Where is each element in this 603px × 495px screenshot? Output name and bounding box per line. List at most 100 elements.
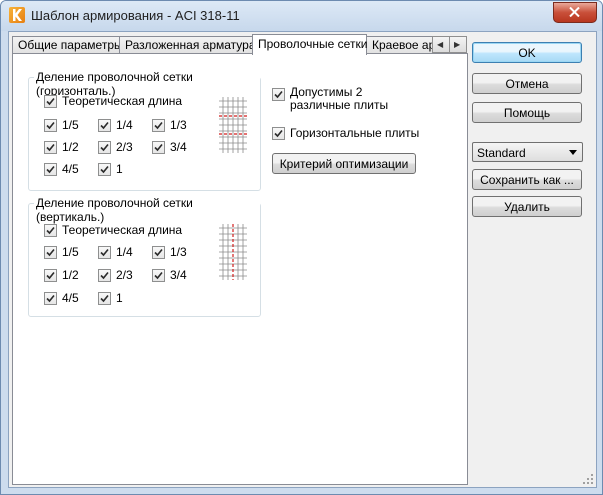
chevron-down-icon <box>569 150 577 155</box>
checkbox-fraction-1-2-h[interactable]: 1/2 <box>44 140 79 154</box>
checkbox-box[interactable] <box>98 245 111 259</box>
checkbox-fraction-2-3-v[interactable]: 2/3 <box>98 268 133 282</box>
checkbox-box[interactable] <box>272 126 285 140</box>
checkmark-icon <box>100 294 109 302</box>
checkbox-label: 4/5 <box>62 291 79 305</box>
checkbox-label: 2/3 <box>116 140 133 154</box>
checkbox-box[interactable] <box>44 162 57 176</box>
checkbox-fraction-1-v[interactable]: 1 <box>98 291 123 305</box>
checkmark-icon <box>154 121 163 129</box>
optimization-criteria-button[interactable]: Критерий оптимизации <box>272 153 416 174</box>
window-title: Шаблон армирования - ACI 318-11 <box>31 8 240 23</box>
checkbox-label: 1/3 <box>170 118 187 132</box>
checkbox-fraction-1-3-h[interactable]: 1/3 <box>152 118 187 132</box>
dialog-window: Шаблон армирования - ACI 318-11 Общие па… <box>0 0 603 495</box>
template-select-value: Standard <box>477 146 526 160</box>
delete-button[interactable]: Удалить <box>472 196 582 217</box>
checkbox-horizontal-plates[interactable]: Горизонтальные плиты <box>272 126 419 140</box>
checkmark-icon <box>100 121 109 129</box>
checkbox-fraction-4-5-h[interactable]: 4/5 <box>44 162 79 176</box>
checkbox-theoretical-length-v[interactable]: Теоретическая длина <box>44 223 182 237</box>
checkmark-icon <box>100 271 109 279</box>
checkbox-box[interactable] <box>98 118 111 132</box>
resize-grip-icon[interactable] <box>582 473 594 485</box>
checkmark-icon <box>154 248 163 256</box>
dialog-client: Общие параметры Разложенная арматура Про… <box>8 31 597 488</box>
tab-wire-mesh[interactable]: Проволочные сетки <box>252 34 367 55</box>
checkbox-label: 4/5 <box>62 162 79 176</box>
checkbox-fraction-1-3-v[interactable]: 1/3 <box>152 245 187 259</box>
checkbox-label: 1/3 <box>170 245 187 259</box>
checkbox-fraction-1-h[interactable]: 1 <box>98 162 123 176</box>
checkbox-box[interactable] <box>272 88 285 101</box>
tab-label: Проволочные сетки <box>258 37 368 51</box>
horizontal-mesh-preview-icon <box>219 97 247 153</box>
checkbox-label: Теоретическая длина <box>62 223 183 237</box>
title-bar[interactable]: Шаблон армирования - ACI 318-11 <box>1 1 602 31</box>
app-logo-icon <box>9 7 25 23</box>
checkmark-icon <box>46 248 55 256</box>
checkbox-label: 1/4 <box>116 245 133 259</box>
checkbox-fraction-1-5-v[interactable]: 1/5 <box>44 245 79 259</box>
checkbox-fraction-1-5-h[interactable]: 1/5 <box>44 118 79 132</box>
checkbox-theoretical-length-h[interactable]: Теоретическая длина <box>44 94 182 108</box>
checkmark-icon <box>274 129 283 137</box>
group-horizontal-division: Деление проволочной сетки (горизонталь.)… <box>28 70 261 191</box>
arrow-left-icon: ◀ <box>437 40 444 49</box>
checkbox-label: 1/2 <box>62 268 79 282</box>
wire-mesh-panel: Деление проволочной сетки (горизонталь.)… <box>12 53 468 485</box>
checkbox-fraction-1-2-v[interactable]: 1/2 <box>44 268 79 282</box>
tab-distributed-rebar[interactable]: Разложенная арматура <box>119 36 256 53</box>
checkbox-label: 1 <box>116 162 123 176</box>
tab-scroll-right-button[interactable]: ▶ <box>449 36 467 53</box>
checkbox-label: 3/4 <box>170 140 187 154</box>
checkbox-box[interactable] <box>44 245 57 259</box>
checkbox-box[interactable] <box>44 291 57 305</box>
checkmark-icon <box>46 121 55 129</box>
checkbox-box[interactable] <box>44 140 57 154</box>
checkbox-fraction-3-4-v[interactable]: 3/4 <box>152 268 187 282</box>
save-as-button[interactable]: Сохранить как ... <box>472 169 582 190</box>
close-icon <box>569 7 580 17</box>
checkbox-box[interactable] <box>44 94 57 108</box>
checkbox-different-plates[interactable]: Допустимы 2 различные плиты <box>272 86 420 112</box>
checkbox-label: 1 <box>116 291 123 305</box>
ok-button[interactable]: OK <box>472 42 582 63</box>
checkbox-label: Теоретическая длина <box>62 94 183 108</box>
group-title: Деление проволочной сетки (вертикаль.) <box>34 196 260 224</box>
cancel-button[interactable]: Отмена <box>472 73 582 94</box>
checkmark-icon <box>46 165 55 173</box>
tab-edge-rebar[interactable]: Краевое арм <box>366 36 438 53</box>
checkmark-icon <box>154 143 163 151</box>
checkbox-box[interactable] <box>44 118 57 132</box>
checkbox-fraction-2-3-h[interactable]: 2/3 <box>98 140 133 154</box>
checkbox-fraction-4-5-v[interactable]: 4/5 <box>44 291 79 305</box>
checkbox-box[interactable] <box>98 268 111 282</box>
checkbox-box[interactable] <box>44 223 57 237</box>
checkbox-fraction-1-4-h[interactable]: 1/4 <box>98 118 133 132</box>
checkmark-icon <box>100 248 109 256</box>
checkbox-fraction-3-4-h[interactable]: 3/4 <box>152 140 187 154</box>
checkbox-label: 3/4 <box>170 268 187 282</box>
help-button[interactable]: Помощь <box>472 102 582 123</box>
checkbox-box[interactable] <box>152 268 165 282</box>
tab-general[interactable]: Общие параметры <box>12 36 123 53</box>
checkbox-box[interactable] <box>44 268 57 282</box>
checkbox-box[interactable] <box>98 291 111 305</box>
checkbox-box[interactable] <box>98 162 111 176</box>
arrow-right-icon: ▶ <box>454 40 461 49</box>
checkbox-box[interactable] <box>152 140 165 154</box>
checkbox-label: 1/5 <box>62 118 79 132</box>
checkbox-fraction-1-4-v[interactable]: 1/4 <box>98 245 133 259</box>
checkmark-icon <box>46 226 55 234</box>
checkbox-box[interactable] <box>152 118 165 132</box>
checkbox-box[interactable] <box>152 245 165 259</box>
checkbox-box[interactable] <box>98 140 111 154</box>
checkmark-icon <box>46 271 55 279</box>
template-select[interactable]: Standard <box>472 142 583 162</box>
close-button[interactable] <box>553 2 597 23</box>
checkmark-icon <box>46 143 55 151</box>
tab-label: Разложенная арматура <box>125 38 256 52</box>
checkbox-label: 1/4 <box>116 118 133 132</box>
tab-scroll-left-button[interactable]: ◀ <box>432 36 450 53</box>
